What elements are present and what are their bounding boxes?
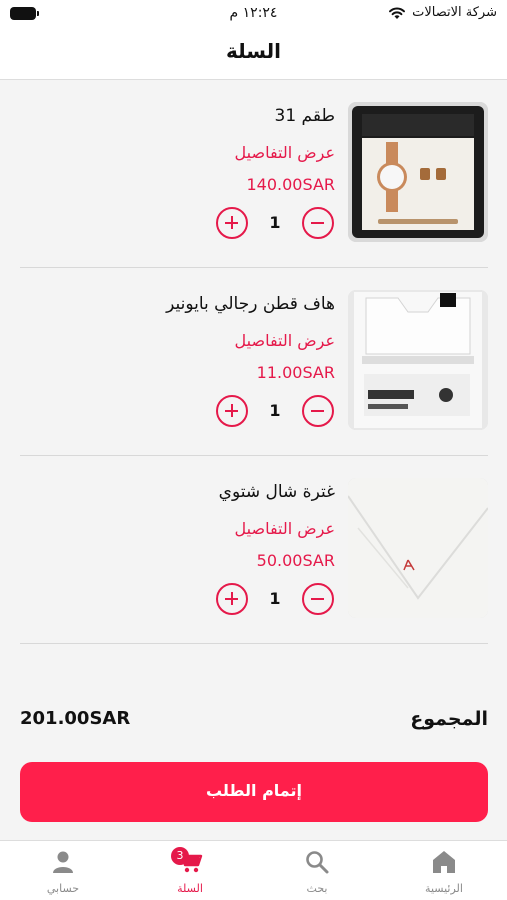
tab-home[interactable]: الرئيسية [381, 841, 507, 900]
person-icon [53, 851, 73, 873]
home-icon [433, 851, 455, 873]
decrease-quantity-button[interactable] [302, 207, 334, 239]
product-image[interactable] [348, 478, 488, 618]
increase-quantity-button[interactable] [216, 395, 248, 427]
item-price: 11.00SAR [256, 363, 335, 382]
wifi-icon [389, 6, 406, 19]
decrease-quantity-button[interactable] [302, 395, 334, 427]
tab-bar: حسابي 3 السلة بحث الرئيسية [0, 840, 507, 900]
tab-label: الرئيسية [425, 882, 463, 895]
item-name: طقم 31 [274, 106, 336, 126]
status-carrier: شركة الاتصالات [388, 5, 497, 20]
view-details-link[interactable]: عرض التفاصيل [235, 519, 335, 538]
tab-cart[interactable]: 3 السلة [127, 841, 253, 900]
checkout-button-label: إتمام الطلب [205, 781, 303, 800]
total-label: المجموع [410, 708, 488, 730]
item-name: غترة شال شتوي [218, 482, 335, 502]
product-image[interactable] [348, 102, 488, 242]
product-image[interactable] [348, 290, 488, 430]
quantity-stepper: 1 [216, 395, 334, 429]
status-bar: ١٢:٢٤ م شركة الاتصالات [0, 0, 507, 30]
view-details-link[interactable]: عرض التفاصيل [235, 331, 335, 350]
tab-label: السلة [177, 882, 203, 895]
increase-quantity-button[interactable] [216, 583, 248, 615]
cart-item: طقم 31 عرض التفاصيل 140.00SAR 1 [20, 80, 488, 268]
cart-count-badge: 3 [171, 847, 189, 865]
watch-gift-set-image [348, 102, 488, 242]
page-header: السلة [0, 30, 507, 80]
pioneer-undershirt-image [348, 290, 488, 430]
quantity-value: 1 [269, 213, 281, 232]
carrier-name: شركة الاتصالات [412, 5, 497, 20]
quantity-stepper: 1 [216, 207, 334, 241]
total-value: 201.00SAR [20, 708, 131, 729]
tab-label: حسابي [46, 882, 80, 895]
view-details-link[interactable]: عرض التفاصيل [235, 143, 335, 162]
quantity-value: 1 [269, 401, 281, 420]
item-price: 50.00SAR [256, 551, 335, 570]
quantity-value: 1 [269, 589, 281, 608]
decrease-quantity-button[interactable] [302, 583, 334, 615]
cart-total: المجموع 201.00SAR [20, 700, 488, 740]
quantity-stepper: 1 [216, 583, 334, 617]
increase-quantity-button[interactable] [216, 207, 248, 239]
item-name: هاف قطن رجالي بايونير [166, 294, 335, 314]
cart-item: غترة شال شتوي عرض التفاصيل 50.00SAR 1 [20, 456, 488, 644]
search-icon [306, 851, 329, 874]
tab-account[interactable]: حسابي [0, 841, 126, 900]
page-title: السلة [225, 39, 281, 63]
tab-search[interactable]: بحث [254, 841, 380, 900]
tab-label: بحث [306, 882, 328, 895]
white-shemagh-image [348, 478, 488, 618]
checkout-button[interactable]: إتمام الطلب [20, 762, 488, 822]
cart-item: هاف قطن رجالي بايونير عرض التفاصيل 11.00… [20, 268, 488, 456]
item-price: 140.00SAR [246, 175, 336, 194]
